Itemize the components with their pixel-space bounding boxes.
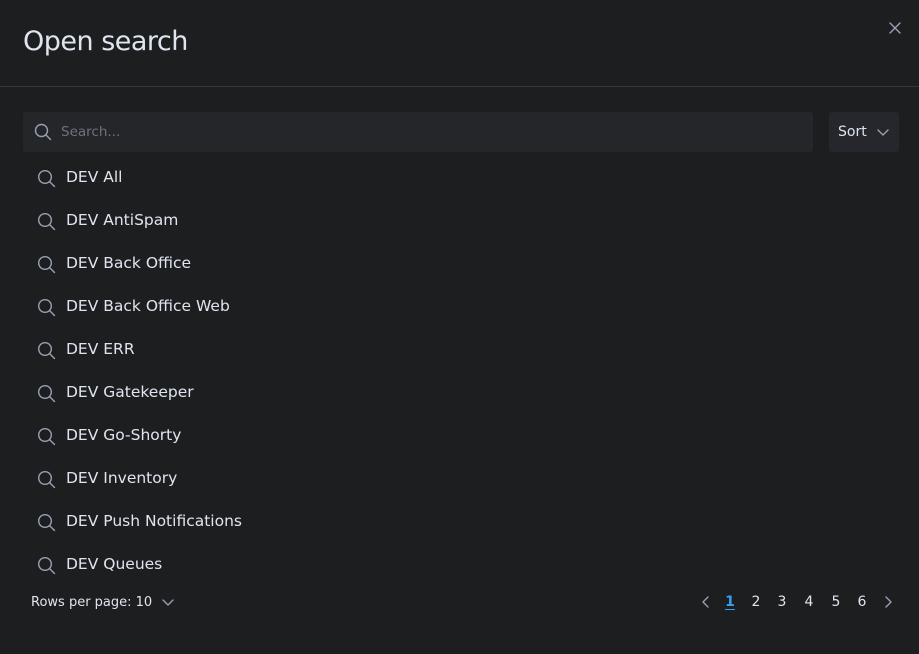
flyout-header: Open search xyxy=(0,0,919,87)
page-button-3[interactable]: 3 xyxy=(774,592,790,612)
list-item-label: DEV Gatekeeper xyxy=(66,383,194,401)
chevron-down-icon xyxy=(162,599,174,606)
sort-button[interactable]: Sort xyxy=(829,112,899,152)
search-icon xyxy=(37,169,56,188)
chevron-right-icon[interactable] xyxy=(881,595,895,609)
list-item-label: DEV ERR xyxy=(66,340,135,358)
list-item-label: DEV Back Office Web xyxy=(66,297,230,315)
flyout-title: Open search xyxy=(23,26,188,57)
list-item[interactable]: DEV All xyxy=(0,156,919,199)
search-icon xyxy=(37,255,56,274)
list-item[interactable]: DEV Push Notifications xyxy=(0,500,919,543)
list-item[interactable]: DEV Inventory xyxy=(0,457,919,500)
search-icon xyxy=(37,212,56,231)
page-button-4[interactable]: 4 xyxy=(801,592,817,612)
search-icon xyxy=(37,384,56,403)
page-button-5[interactable]: 5 xyxy=(828,592,844,612)
sort-label: Sort xyxy=(838,124,867,140)
list-item-label: DEV All xyxy=(66,168,123,186)
close-icon xyxy=(889,22,901,34)
list-item-label: DEV Push Notifications xyxy=(66,512,242,530)
close-button[interactable] xyxy=(883,16,907,40)
list-item[interactable]: DEV ERR xyxy=(0,328,919,371)
list-item-label: DEV Back Office xyxy=(66,254,192,272)
list-item-label: DEV AntiSpam xyxy=(66,211,179,229)
search-icon xyxy=(37,556,56,575)
list-item[interactable]: DEV Gatekeeper xyxy=(0,371,919,414)
search-icon xyxy=(37,298,56,317)
page-button-6[interactable]: 6 xyxy=(854,592,870,612)
search-icon xyxy=(37,427,56,446)
chevron-down-icon xyxy=(877,129,889,136)
list-item[interactable]: DEV AntiSpam xyxy=(0,199,919,242)
search-icon xyxy=(34,123,52,141)
search-icon xyxy=(37,513,56,532)
chevron-left-icon[interactable] xyxy=(699,595,713,609)
search-icon xyxy=(37,341,56,360)
open-search-flyout: Open search Sort DEV All DEV AntiSpam xyxy=(0,0,919,654)
list-item[interactable]: DEV Queues xyxy=(0,543,919,586)
search-field[interactable] xyxy=(23,112,813,152)
search-icon xyxy=(37,470,56,489)
list-item[interactable]: DEV Back Office Web xyxy=(0,285,919,328)
rows-per-page-button[interactable]: Rows per page: 10 xyxy=(31,592,175,612)
list-item[interactable]: DEV Back Office xyxy=(0,242,919,285)
rows-per-page-label: Rows per page: 10 xyxy=(31,594,153,610)
list-item[interactable]: DEV Go-Shorty xyxy=(0,414,919,457)
page-button-1[interactable]: 1 xyxy=(722,592,738,612)
saved-search-list: DEV All DEV AntiSpam DEV Back Office DEV… xyxy=(0,156,919,586)
list-item-label: DEV Inventory xyxy=(66,469,178,487)
list-item-label: DEV Queues xyxy=(66,555,163,573)
page-button-2[interactable]: 2 xyxy=(748,592,764,612)
pagination: 1 2 3 4 5 6 xyxy=(690,590,910,614)
search-input[interactable] xyxy=(61,112,801,152)
list-item-label: DEV Go-Shorty xyxy=(66,426,182,444)
